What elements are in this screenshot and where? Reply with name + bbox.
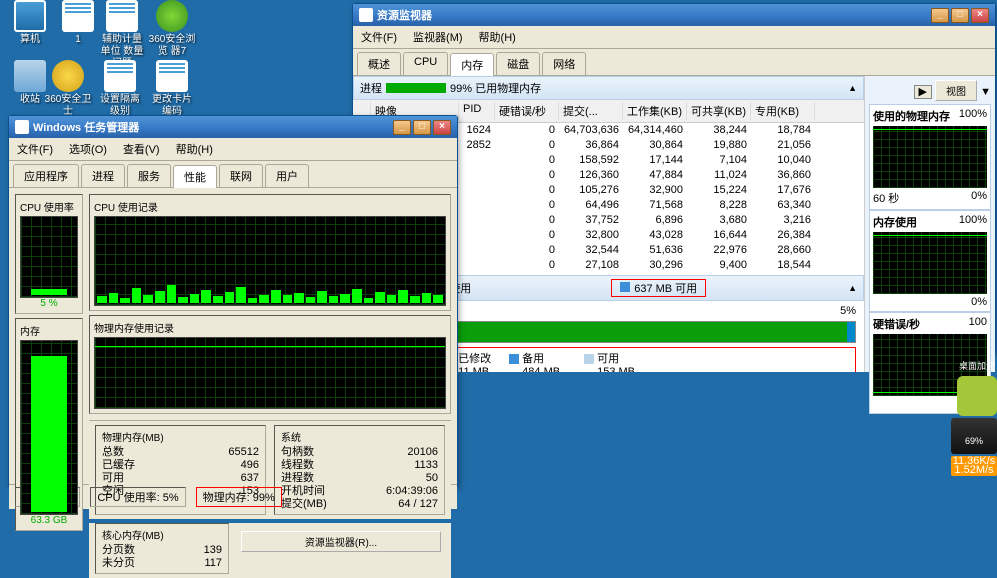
desktop-icon[interactable]: 360安全浏览 器7 xyxy=(148,0,196,58)
menu-item[interactable]: 文件(F) xyxy=(13,140,57,158)
network-widget[interactable]: 11.36K/s1.52M/s xyxy=(951,456,997,476)
rm-title: 资源监视器 xyxy=(377,7,432,23)
column-header[interactable]: 提交(... xyxy=(559,102,623,120)
desktop-icon[interactable]: 360安全卫士 xyxy=(44,60,92,118)
menu-item[interactable]: 查看(V) xyxy=(119,140,164,158)
tab-网络[interactable]: 网络 xyxy=(542,52,586,75)
side-graph-panel: 使用的物理内存100%60 秒0% xyxy=(869,104,991,210)
menu-item[interactable]: 帮助(H) xyxy=(172,140,217,158)
maximize-button[interactable]: □ xyxy=(413,120,431,135)
tab-服务[interactable]: 服务 xyxy=(127,164,171,187)
rm-menubar: 文件(F) 监视器(M) 帮助(H) xyxy=(353,26,995,49)
collapse-panel-icon[interactable]: ▶ xyxy=(914,85,932,99)
close-button[interactable]: × xyxy=(971,8,989,23)
tab-概述[interactable]: 概述 xyxy=(357,52,401,75)
desktop-icon[interactable]: 设置隔离级别 xyxy=(96,60,144,118)
android-widget[interactable] xyxy=(957,376,997,416)
desktop-icon[interactable]: 1 xyxy=(54,0,102,46)
desktop-icon[interactable]: 更改卡片编码 xyxy=(148,60,196,118)
minimize-button[interactable]: _ xyxy=(393,120,411,135)
tab-CPU[interactable]: CPU xyxy=(403,52,448,75)
tm-title: Windows 任务管理器 xyxy=(33,119,139,135)
collapse-icon[interactable]: ▲ xyxy=(848,83,857,93)
column-header[interactable]: 硬错误/秒 xyxy=(495,102,559,120)
memory-usage-bar xyxy=(386,83,446,93)
cpu-history-panel: CPU 使用记录 xyxy=(89,194,451,311)
tab-内存[interactable]: 内存 xyxy=(450,53,494,76)
tab-应用程序[interactable]: 应用程序 xyxy=(13,164,79,187)
cpu-usage-panel: CPU 使用率 5 % xyxy=(15,194,83,314)
menu-item[interactable]: 帮助(H) xyxy=(475,28,520,46)
memory-history-panel: 物理内存使用记录 xyxy=(89,315,451,414)
menu-item[interactable]: 监视器(M) xyxy=(409,28,467,46)
tab-进程[interactable]: 进程 xyxy=(81,164,125,187)
tm-menubar: 文件(F) 选项(O) 查看(V) 帮助(H) xyxy=(9,138,457,161)
desktop-icon[interactable]: 算机 xyxy=(6,0,54,46)
resource-monitor-button[interactable]: 资源监视器(R)... xyxy=(241,531,441,552)
rm-tabbar: 概述CPU内存磁盘网络 xyxy=(353,49,995,76)
process-section-header[interactable]: 进程 99% 已用物理内存 ▲ xyxy=(353,76,864,100)
maximize-button[interactable]: □ xyxy=(951,8,969,23)
cpu-gauge-widget[interactable]: 69% xyxy=(951,418,997,454)
view-button[interactable]: 视图 xyxy=(935,80,977,101)
tab-性能[interactable]: 性能 xyxy=(173,165,217,188)
task-manager-window[interactable]: Windows 任务管理器 _ □ × 文件(F) 选项(O) 查看(V) 帮助(H)… xyxy=(8,115,458,487)
tm-titlebar[interactable]: Windows 任务管理器 _ □ × xyxy=(9,116,457,138)
tray-widgets: 69% 11.36K/s1.52M/s xyxy=(951,418,997,476)
collapse-icon[interactable]: ▲ xyxy=(848,283,857,293)
column-header[interactable]: 可共享(KB) xyxy=(687,102,751,120)
menu-item[interactable]: 文件(F) xyxy=(357,28,401,46)
column-header[interactable]: 专用(KB) xyxy=(751,102,815,120)
tm-tabbar: 应用程序进程服务性能联网用户 xyxy=(9,161,457,188)
tab-用户[interactable]: 用户 xyxy=(265,164,309,187)
memory-panel: 内存 63.3 GB xyxy=(15,318,83,531)
load-label: 桌面加速 xyxy=(959,359,995,372)
tab-磁盘[interactable]: 磁盘 xyxy=(496,52,540,75)
rm-titlebar[interactable]: 资源监视器 _ □ × xyxy=(353,4,995,26)
tab-联网[interactable]: 联网 xyxy=(219,164,263,187)
menu-item[interactable]: 选项(O) xyxy=(65,140,111,158)
column-header[interactable]: PID xyxy=(459,102,495,120)
minimize-button[interactable]: _ xyxy=(931,8,949,23)
column-header[interactable]: 工作集(KB) xyxy=(623,102,687,120)
close-button[interactable]: × xyxy=(433,120,451,135)
side-graph-panel: 内存使用100%0% xyxy=(869,210,991,312)
